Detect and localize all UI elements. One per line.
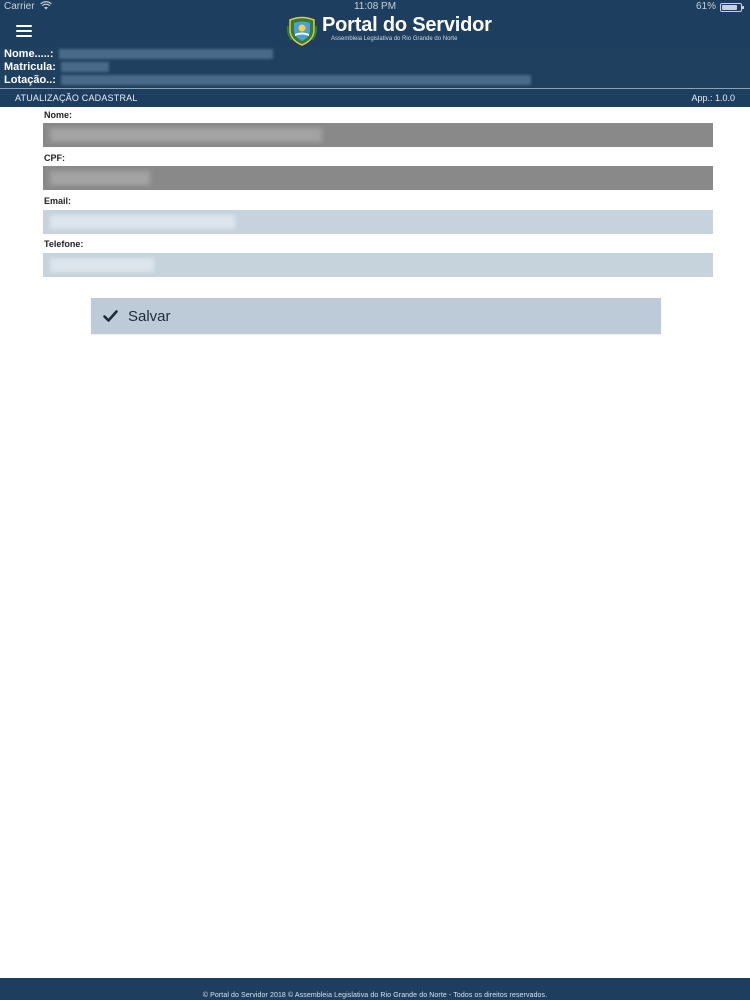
section-header: ATUALIZAÇÃO CADASTRAL App.: 1.0.0 — [0, 88, 750, 107]
footer: © Portal do Servidor 2018 © Assembleia L… — [0, 978, 750, 1000]
telefone-field[interactable] — [43, 253, 713, 277]
footer-copyright: © Portal do Servidor 2018 © Assembleia L… — [202, 992, 548, 999]
nome-field[interactable] — [43, 123, 713, 147]
telefone-label: Telefone: — [44, 239, 84, 249]
user-lotacao-label: Lotação..: — [4, 74, 56, 86]
clock: 11:08 PM — [353, 1, 397, 12]
top-header: Carrier 11:08 PM 61% Portal do Servidor … — [0, 0, 750, 47]
section-title: ATUALIZAÇÃO CADASTRAL — [15, 93, 138, 103]
user-matricula-label: Matricula: — [4, 61, 56, 73]
nome-label: Nome: — [44, 110, 73, 120]
portal-logo: Portal do Servidor Assembleia Legislativ… — [286, 14, 492, 46]
brand-subtitle: Assembleia Legislativa do Rio Grande do … — [331, 36, 458, 42]
save-button-label: Salvar — [128, 308, 171, 325]
battery-icon — [720, 3, 744, 12]
email-label: Email: — [44, 196, 72, 206]
hamburger-menu-icon[interactable] — [16, 24, 32, 38]
check-icon — [103, 310, 118, 322]
brand-title: Portal do Servidor — [322, 14, 492, 36]
user-name-label: Nome.....: — [4, 48, 54, 60]
user-matricula-value-redacted — [61, 62, 110, 73]
cpf-label: CPF: — [44, 153, 65, 163]
user-matricula-row: Matricula: — [4, 61, 110, 74]
user-name-value-redacted — [58, 49, 273, 60]
email-field[interactable] — [43, 210, 713, 234]
status-bar: Carrier 11:08 PM 61% — [0, 0, 750, 14]
app-version: App.: 1.0.0 — [691, 93, 735, 103]
user-lotacao-value-redacted — [61, 75, 532, 86]
user-lotacao-row: Lotação..: — [4, 74, 532, 87]
user-info-panel: Nome.....: Matricula: Lotação..: — [0, 47, 750, 88]
cpf-field[interactable] — [43, 166, 713, 190]
user-name-row: Nome.....: — [4, 48, 273, 61]
battery-percent: 61% — [695, 1, 716, 12]
save-button[interactable]: Salvar — [91, 298, 661, 334]
crest-icon — [286, 16, 318, 46]
